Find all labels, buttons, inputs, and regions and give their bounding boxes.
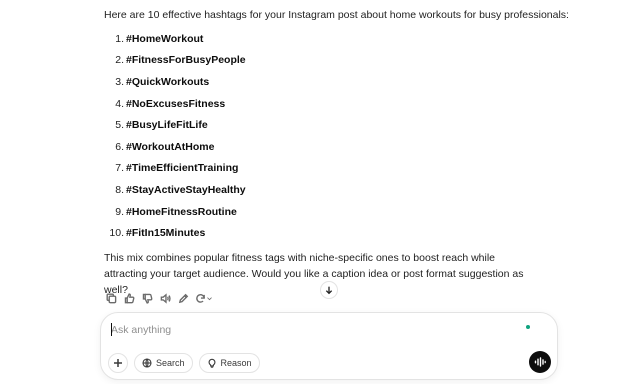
list-item: 8. #StayActiveStayHealthy [104,179,246,201]
hashtag: #StayActiveStayHealthy [126,183,246,196]
list-number: 5. [115,119,124,132]
search-label: Search [156,358,185,368]
copy-icon [106,293,116,303]
list-number: 10. [109,227,124,240]
regenerate-icon [196,293,205,303]
scroll-to-bottom-button[interactable] [320,281,338,299]
list-item: 7. #TimeEfficientTraining [104,158,246,180]
list-item: 2. #FitnessForBusyPeople [104,50,246,72]
copy-button[interactable] [104,291,118,305]
list-number: 8. [115,183,124,196]
message-actions [104,291,214,305]
reason-label: Reason [220,358,252,368]
thumbs-down-icon [142,293,152,304]
search-button[interactable]: Search [134,353,193,373]
list-number: 7. [115,162,124,175]
good-response-button[interactable] [122,291,136,305]
bad-response-button[interactable] [140,291,154,305]
thumbs-up-icon [124,292,134,303]
speaker-icon [160,292,171,304]
status-dot [526,325,530,329]
list-number: 2. [115,54,124,67]
hashtag: #BusyLifeFitLife [126,119,208,132]
list-item: 9. #HomeFitnessRoutine [104,201,246,223]
prompt-input[interactable] [111,321,511,339]
regenerate-button[interactable] [194,291,214,305]
edit-button[interactable] [176,291,190,305]
hashtag: #FitnessForBusyPeople [126,54,246,67]
hashtag: #WorkoutAtHome [126,140,215,153]
hashtag-list: 1. #HomeWorkout 2. #FitnessForBusyPeople 3… [104,28,246,244]
hashtag: #QuickWorkouts [126,75,210,88]
list-item: 5. #BusyLifeFitLife [104,114,246,136]
read-aloud-button[interactable] [158,291,172,305]
text-caret [111,323,112,336]
hashtag: #TimeEfficientTraining [126,162,239,175]
arrow-down-icon [325,286,333,295]
chevron-down-icon [207,296,212,300]
list-item: 1. #HomeWorkout [104,28,246,50]
list-item: 3. #QuickWorkouts [104,71,246,93]
hashtag: #HomeFitnessRoutine [126,205,237,218]
message-composer: Search Reason [100,312,558,380]
list-item: 4. #NoExcusesFitness [104,93,246,115]
hashtag: #FitIn15Minutes [126,227,206,240]
globe-icon [142,358,152,368]
list-item: 6. #WorkoutAtHome [104,136,246,158]
voice-waveform-icon [534,357,546,367]
list-item: 10. #FitIn15Minutes [104,222,246,244]
list-number: 1. [115,32,124,45]
list-number: 4. [115,97,124,110]
hashtag: #NoExcusesFitness [126,97,226,110]
edit-icon [178,293,188,303]
attach-button[interactable] [108,353,128,373]
response-intro: Here are 10 effective hashtags for your … [104,9,569,21]
list-number: 3. [115,75,124,88]
voice-mode-button[interactable] [529,351,551,373]
lightbulb-icon [208,358,215,368]
hashtag: #HomeWorkout [126,32,204,45]
chat-page: Here are 10 effective hashtags for your … [0,0,624,384]
list-number: 6. [115,140,124,153]
list-number: 9. [115,205,124,218]
composer-tools: Search Reason [108,353,260,373]
plus-icon [114,359,122,367]
reason-button[interactable]: Reason [198,353,260,373]
